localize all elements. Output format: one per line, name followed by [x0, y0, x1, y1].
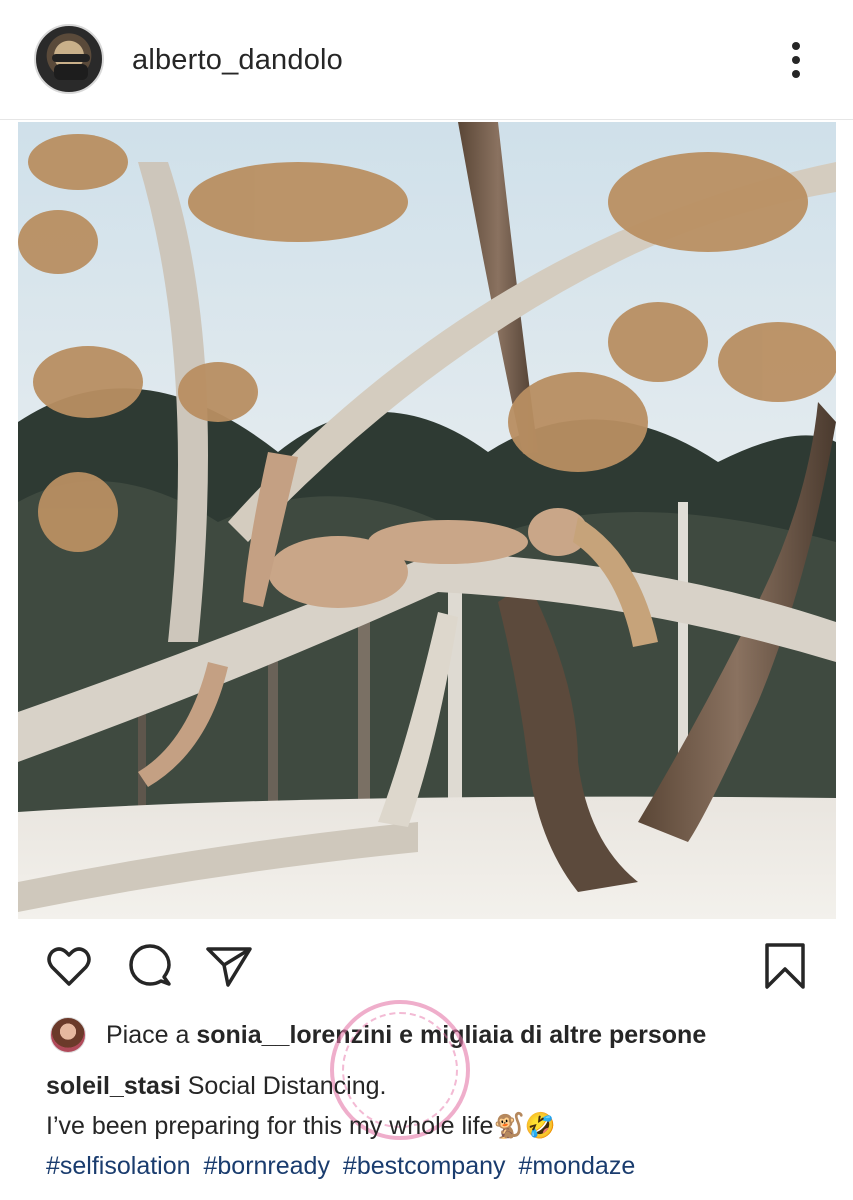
hashtag[interactable]: #bornready [203, 1152, 329, 1180]
heart-icon[interactable] [44, 941, 94, 991]
hashtag[interactable]: #bestcompany [343, 1152, 506, 1180]
caption-line-2: I’ve been preparing for this my whole li… [46, 1112, 556, 1140]
post-photo[interactable] [18, 122, 836, 919]
comment-icon[interactable] [125, 941, 175, 991]
author-avatar[interactable] [34, 24, 104, 94]
post-caption: soleil_stasi Social Distancing. I’ve bee… [46, 1066, 836, 1186]
caption-hashtags: #selfisolation #bornready #bestcompany #… [46, 1146, 836, 1186]
avatar-glasses [52, 54, 90, 62]
action-bar [0, 935, 853, 995]
more-vertical-icon[interactable] [786, 40, 806, 80]
hashtag[interactable]: #selfisolation [46, 1152, 191, 1180]
caption-line-1: soleil_stasi Social Distancing. [46, 1066, 836, 1106]
share-icon[interactable] [204, 941, 254, 991]
hashtag[interactable]: #mondaze [518, 1152, 635, 1180]
caption-text-1: Social Distancing. [180, 1072, 387, 1100]
bookmark-icon[interactable] [760, 941, 810, 991]
caption-username[interactable]: soleil_stasi [46, 1072, 181, 1100]
post-header: alberto_dandolo [0, 0, 853, 120]
avatar-mask [54, 64, 88, 80]
likes-prefix: Piace a [106, 1021, 197, 1049]
liker-avatar[interactable] [50, 1017, 86, 1053]
author-username[interactable]: alberto_dandolo [132, 44, 343, 77]
photo-illustration [18, 122, 836, 919]
